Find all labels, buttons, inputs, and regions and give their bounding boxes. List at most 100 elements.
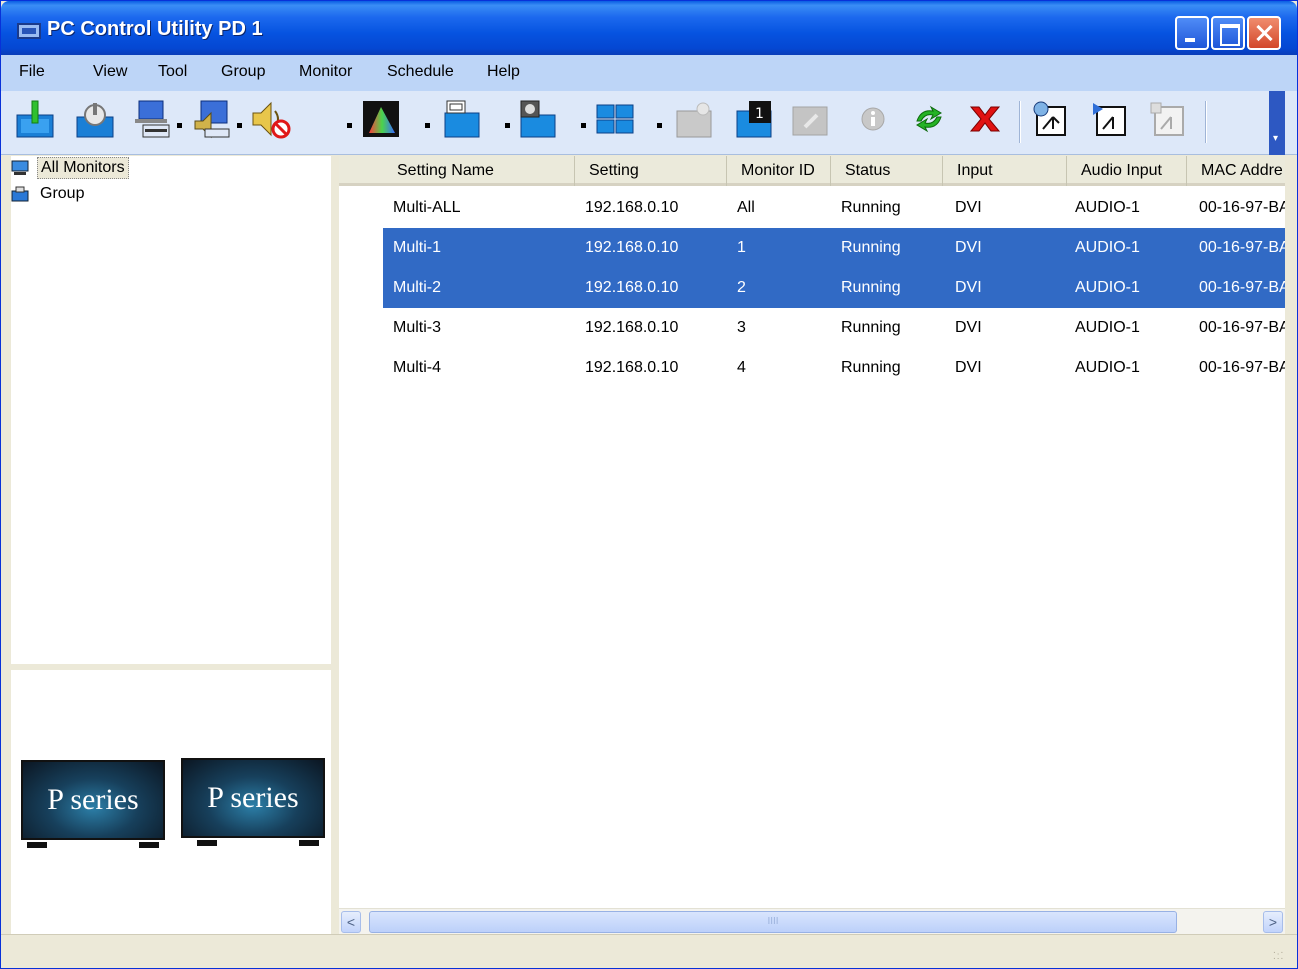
menu-monitor[interactable]: Monitor (299, 63, 352, 81)
backlight-icon[interactable] (673, 99, 713, 139)
schedule-edit-icon[interactable] (1089, 99, 1129, 139)
monitor-preview-pane: P series P series (11, 670, 331, 934)
cell-input: DVI (955, 359, 982, 376)
scroll-left-button[interactable]: < (341, 911, 361, 933)
close-button[interactable] (1247, 16, 1281, 50)
title-bar[interactable]: PC Control Utility PD 1 (1, 1, 1297, 55)
cell-input: DVI (955, 319, 982, 336)
tile-dropdown[interactable] (657, 123, 662, 128)
volume-mute-icon[interactable] (251, 99, 291, 139)
column-header-monitor-id[interactable]: Monitor ID (727, 156, 831, 186)
overflow-chevron-icon: ▾ (1273, 133, 1279, 144)
cell-input: DVI (955, 279, 982, 296)
scroll-right-button[interactable]: > (1263, 911, 1283, 933)
horizontal-scrollbar[interactable]: < IIII > (339, 908, 1285, 934)
cell-monitor-id: All (737, 199, 755, 216)
input-select-dropdown[interactable] (177, 123, 182, 128)
monitor-id-icon[interactable]: 1 (735, 99, 775, 139)
column-header-setting-name[interactable]: Setting Name (383, 156, 575, 186)
column-header-setting[interactable]: Setting (575, 156, 727, 186)
input-select-icon[interactable] (131, 99, 171, 139)
row-selection-highlight (383, 228, 1285, 268)
table-row[interactable]: Multi-3 192.168.0.10 3 Running DVI AUDIO… (339, 308, 1285, 348)
fan-icon[interactable] (517, 99, 557, 139)
cell-audio-input: AUDIO-1 (1075, 279, 1140, 296)
aspect-icon[interactable] (441, 99, 481, 139)
row-selection-highlight (383, 268, 1285, 308)
tree-item-group[interactable]: Group (11, 182, 87, 206)
aspect-dropdown[interactable] (505, 123, 510, 128)
cell-audio-input: AUDIO-1 (1075, 319, 1140, 336)
power-on-icon[interactable] (15, 99, 55, 139)
menu-tool[interactable]: Tool (158, 63, 187, 81)
cell-monitor-id: 3 (737, 319, 746, 336)
power-off-icon[interactable] (75, 99, 115, 139)
menu-bar: File View Tool Group Monitor Schedule He… (1, 55, 1297, 91)
tree-label: All Monitors (37, 157, 129, 179)
menu-file[interactable]: File (19, 63, 45, 81)
menu-view[interactable]: View (93, 63, 127, 81)
cell-setting-name: Multi-3 (393, 319, 442, 336)
column-header-mac-address[interactable]: MAC Addre (1187, 156, 1285, 186)
status-bar: . ..:. (1, 934, 1297, 968)
maximize-button[interactable] (1211, 16, 1245, 50)
cell-setting-name: Multi-4 (393, 359, 442, 376)
table-row[interactable]: Multi-1 192.168.0.10 1 Running DVI AUDIO… (339, 228, 1285, 268)
cell-setting-name: Multi-1 (393, 239, 442, 256)
monitor-icon (11, 160, 29, 175)
monitor-tree: All Monitors Group (11, 156, 331, 664)
reload-icon[interactable] (909, 99, 949, 139)
cell-setting: 192.168.0.10 (585, 319, 679, 336)
pane-splitter[interactable] (331, 156, 339, 934)
cell-status: Running (841, 319, 901, 336)
monitor-preview: P series (21, 760, 165, 840)
cell-mac-address: 00-16-97-BA (1199, 359, 1285, 376)
toolbar: 1 (1, 91, 1297, 155)
audio-input-icon[interactable] (191, 99, 231, 139)
minimize-button[interactable] (1175, 16, 1209, 50)
schedule-add-icon[interactable] (1029, 99, 1069, 139)
menu-help[interactable]: Help (487, 63, 520, 81)
monitor-foot (197, 840, 217, 846)
cell-setting: 192.168.0.10 (585, 279, 679, 296)
volume-dropdown[interactable] (347, 123, 352, 128)
column-header-status[interactable]: Status (831, 156, 943, 186)
column-header-input[interactable]: Input (943, 156, 1067, 186)
refresh-monitor-icon[interactable] (791, 99, 831, 139)
table-row[interactable]: Multi-4 192.168.0.10 4 Running DVI AUDIO… (339, 348, 1285, 388)
toolbar-separator (1205, 101, 1207, 143)
audio-input-dropdown[interactable] (237, 123, 242, 128)
cell-input: DVI (955, 239, 982, 256)
window-title: PC Control Utility PD 1 (47, 18, 263, 40)
table-row[interactable]: Multi-ALL 192.168.0.10 All Running DVI A… (339, 188, 1285, 228)
toolbar-overflow-button[interactable]: ▾ (1269, 91, 1285, 155)
tile-matrix-icon[interactable] (595, 99, 635, 139)
picture-dropdown[interactable] (425, 123, 430, 128)
picture-adjust-icon[interactable] (361, 99, 401, 139)
monitor-preview: P series (181, 758, 325, 838)
monitor-preview-label: P series (207, 781, 299, 814)
column-header-audio-input[interactable]: Audio Input (1067, 156, 1187, 186)
schedule-delete-icon[interactable] (1147, 99, 1187, 139)
cell-setting: 192.168.0.10 (585, 199, 679, 216)
delete-icon[interactable] (965, 99, 1005, 139)
info-icon[interactable] (853, 99, 893, 139)
cell-monitor-id: 1 (737, 239, 746, 256)
tree-item-all-monitors[interactable]: All Monitors (11, 156, 129, 180)
cell-audio-input: AUDIO-1 (1075, 359, 1140, 376)
settings-list: Setting Name Setting Monitor ID Status I… (339, 156, 1285, 934)
monitor-preview-label: P series (47, 783, 139, 816)
cell-mac-address: 00-16-97-BA (1199, 319, 1285, 336)
menu-schedule[interactable]: Schedule (387, 63, 454, 81)
cell-audio-input: AUDIO-1 (1075, 239, 1140, 256)
table-row[interactable]: Multi-2 192.168.0.10 2 Running DVI AUDIO… (339, 268, 1285, 308)
resize-grip-icon[interactable]: . ..:. (1273, 946, 1287, 962)
fan-dropdown[interactable] (581, 123, 586, 128)
cell-audio-input: AUDIO-1 (1075, 199, 1140, 216)
monitor-foot (139, 842, 159, 848)
menu-group[interactable]: Group (221, 63, 265, 81)
cell-mac-address: 00-16-97-BA (1199, 279, 1285, 296)
list-header: Setting Name Setting Monitor ID Status I… (339, 156, 1285, 186)
scroll-thumb[interactable]: IIII (369, 911, 1177, 933)
cell-status: Running (841, 239, 901, 256)
